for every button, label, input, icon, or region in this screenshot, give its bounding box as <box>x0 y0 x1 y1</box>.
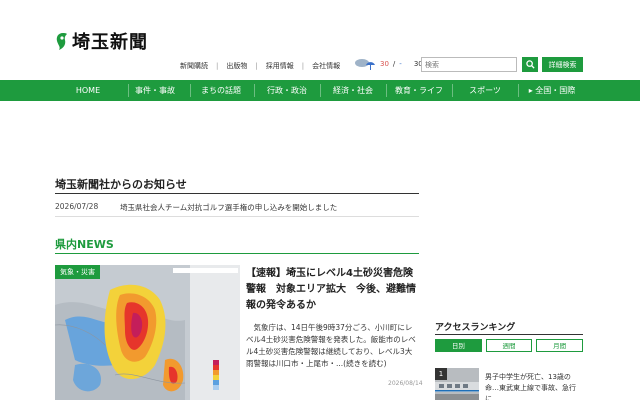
util-separator: | <box>216 62 219 70</box>
article-summary[interactable]: 気象庁は、14日午後9時37分ごろ、小川町にレベル4土砂災害危険警報を発表した。… <box>246 322 418 370</box>
nav-national-label: 全国・国際 <box>535 86 576 95</box>
nav-home[interactable]: HOME <box>76 80 100 101</box>
util-separator: | <box>301 62 305 70</box>
logo-mark-icon <box>56 33 67 50</box>
weather-low: - <box>399 60 402 68</box>
weather-widget[interactable]: 30 / - 30 % <box>354 57 432 71</box>
site-logo[interactable]: 埼玉新聞 <box>54 28 148 54</box>
notice-text: 埼玉県社会人チーム対抗ゴルフ選手権の申し込みを開始しました <box>120 203 338 212</box>
article-date: 2026/08/14 <box>388 380 423 387</box>
nav-separator <box>320 84 321 97</box>
search-icon <box>525 60 535 69</box>
ranking-title: アクセスランキング <box>435 323 516 333</box>
category-badge: 気象・災害 <box>55 265 100 279</box>
article-image[interactable]: 気象・災害 <box>55 265 240 400</box>
ranking-headline: 男子中学生が死亡、13歳の命…東武東上線で事故、急行に… <box>485 373 576 400</box>
logo-text: 埼玉新聞 <box>72 32 148 53</box>
notices-divider <box>55 193 419 194</box>
nav-separator <box>190 84 191 97</box>
notice-date: 2026/07/28 <box>55 202 99 211</box>
rain-radar-map <box>55 265 240 400</box>
search-button[interactable] <box>522 57 538 72</box>
nav-national[interactable]: ▸ 全国・国際 <box>529 80 576 101</box>
util-separator: | <box>255 62 258 70</box>
tab-monthly[interactable]: 月間 <box>536 339 584 352</box>
util-link-publications[interactable]: 出版物 <box>226 61 247 71</box>
nav-politics[interactable]: 行政・政治 <box>267 80 307 101</box>
nav-separator <box>128 84 129 97</box>
search-input[interactable] <box>421 57 517 72</box>
tab-daily[interactable]: 日別 <box>435 339 482 352</box>
prefecture-news-title: 県内NEWS <box>55 238 114 251</box>
ranking-divider <box>435 334 583 335</box>
main-nav: HOME 事件・事故 まちの話題 行政・政治 経済・社会 教育・ライフ スポーツ… <box>0 80 640 101</box>
nav-separator <box>518 84 519 97</box>
nav-economy[interactable]: 経済・社会 <box>333 80 373 101</box>
ranking-item[interactable]: 1 男子中学生が死亡、13歳の命…東武東上線で事故、急行に… <box>435 368 583 400</box>
nav-separator <box>254 84 255 97</box>
notice-item[interactable]: 2026/07/28 埼玉県社会人チーム対抗ゴルフ選手権の申し込みを開始しました <box>55 202 419 213</box>
nav-separator <box>386 84 387 97</box>
weather-divider: / <box>392 60 396 68</box>
ranking-number: 1 <box>435 368 447 380</box>
prefecture-news-divider <box>55 253 419 254</box>
util-link-subscribe[interactable]: 新聞購読 <box>180 61 208 71</box>
util-link-company[interactable]: 会社情報 <box>312 61 340 71</box>
advanced-search-button[interactable]: 詳細検索 <box>542 57 583 72</box>
util-link-recruit[interactable]: 採用情報 <box>266 61 294 71</box>
nav-education[interactable]: 教育・ライフ <box>395 80 443 101</box>
ranking-thumbnail: 1 <box>435 368 479 400</box>
notice-divider <box>55 216 419 217</box>
nav-separator <box>452 84 453 97</box>
nav-local-topics[interactable]: まちの話題 <box>201 80 241 101</box>
tab-weekly[interactable]: 週間 <box>485 339 533 352</box>
notices-title: 埼玉新聞社からのお知らせ <box>55 178 187 191</box>
article-headline[interactable]: 【速報】埼玉にレベル4土砂災害危険警報 対象エリア拡大 今後、避難情報の発令ある… <box>246 266 418 314</box>
nav-incidents[interactable]: 事件・事故 <box>135 80 175 101</box>
utility-links: 新聞購読 | 出版物 | 採用情報 | 会社情報 <box>180 61 340 71</box>
umbrella-cloud-icon <box>355 59 375 70</box>
site-header: 埼玉新聞 新聞購読 | 出版物 | 採用情報 | 会社情報 30 / - 30 … <box>0 0 640 80</box>
weather-high: 30 <box>380 60 389 68</box>
ranking-tabs: 日別 週間 月間 <box>435 339 584 352</box>
nav-sports[interactable]: スポーツ <box>469 80 501 101</box>
